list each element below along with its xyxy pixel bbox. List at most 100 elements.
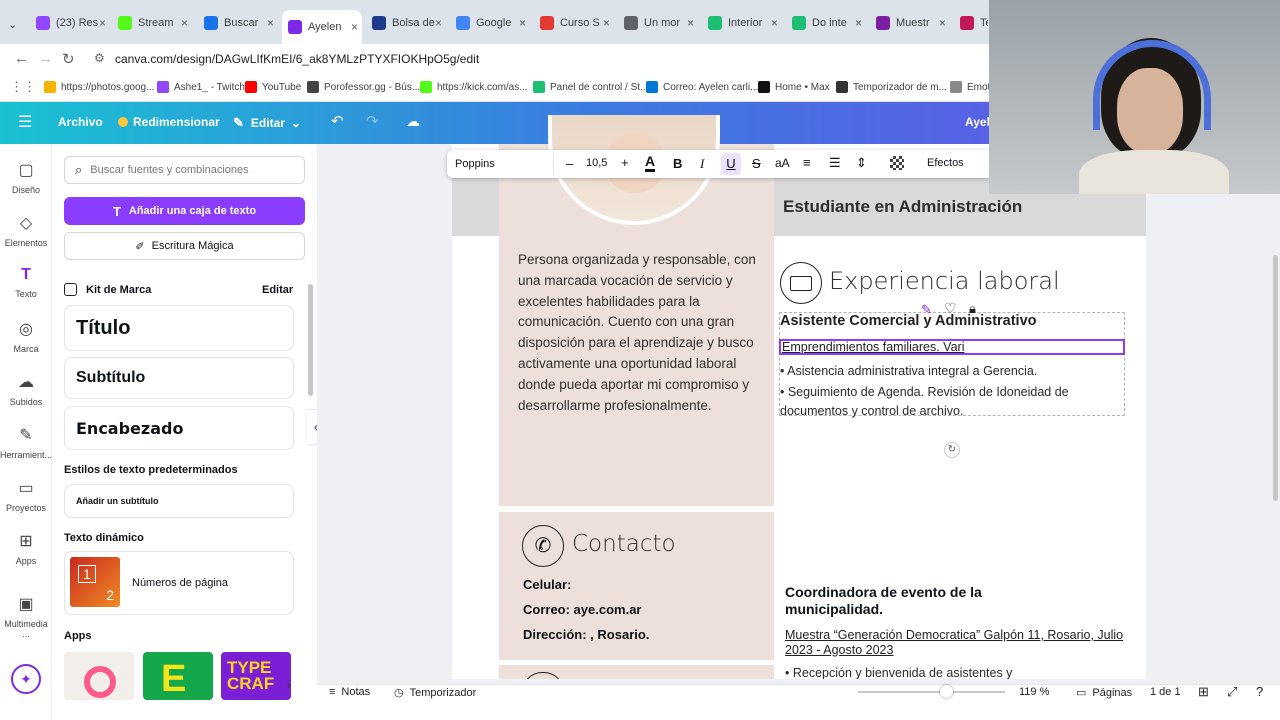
- page-numbers-card[interactable]: 1 2 Números de página: [64, 551, 294, 615]
- app-thumb-typecraft[interactable]: TYPE CRAF: [221, 652, 291, 700]
- forward-icon[interactable]: →: [38, 50, 53, 67]
- heading-style-card[interactable]: Encabezado: [64, 406, 294, 450]
- browser-tab[interactable]: Ayelen ×: [282, 10, 362, 44]
- redo-icon[interactable]: ↷: [366, 112, 379, 130]
- tab-close-icon[interactable]: ×: [181, 16, 188, 30]
- contact-email[interactable]: Correo: aye.com.ar: [523, 602, 642, 617]
- app-thumb-e[interactable]: E: [143, 652, 213, 700]
- tab-close-icon[interactable]: ×: [687, 16, 694, 30]
- rail-item[interactable]: T Texto: [0, 266, 52, 299]
- timer-button[interactable]: ◷ Temporizador: [394, 686, 476, 700]
- rail-item[interactable]: ✎ Herramient...: [0, 425, 52, 460]
- bookmark-item[interactable]: Home • Max: [758, 81, 830, 93]
- job1-bullet-2[interactable]: • Seguimiento de Agenda. Revisión de Ido…: [780, 383, 1110, 421]
- tab-close-icon[interactable]: ×: [351, 20, 358, 34]
- list-icon[interactable]: ☰: [829, 155, 841, 171]
- text-color-icon[interactable]: A: [645, 153, 656, 172]
- tab-close-icon[interactable]: ×: [771, 16, 778, 30]
- reload-icon[interactable]: ↻: [62, 50, 75, 68]
- contact-phone[interactable]: Celular:: [523, 577, 571, 592]
- bookmark-item[interactable]: https://kick.com/as...: [420, 81, 528, 93]
- zoom-value[interactable]: 119 %: [1019, 686, 1049, 698]
- undo-icon[interactable]: ↶: [331, 112, 344, 130]
- browser-tab[interactable]: Interior ×: [702, 9, 782, 37]
- resize-button[interactable]: Redimensionar: [118, 115, 220, 129]
- job1-bullet-1[interactable]: • Asistencia administrativa integral a G…: [780, 364, 1037, 378]
- grid-view-icon[interactable]: ⊞: [1198, 684, 1209, 700]
- canvas-scrollbar[interactable]: [1273, 255, 1278, 501]
- browser-tab[interactable]: Google ×: [450, 9, 530, 37]
- transparency-icon[interactable]: [890, 156, 904, 170]
- title-style-card[interactable]: Título: [64, 305, 294, 351]
- notes-button[interactable]: ≡ Notas: [329, 686, 370, 698]
- bold-icon[interactable]: B: [673, 156, 682, 171]
- tab-close-icon[interactable]: ×: [267, 16, 274, 30]
- align-left-icon[interactable]: ≡: [803, 155, 811, 170]
- panel-scrollbar[interactable]: [308, 284, 313, 396]
- effects-button[interactable]: Efectos: [927, 157, 964, 169]
- contact-address[interactable]: Dirección: , Rosario.: [523, 627, 649, 642]
- rail-item[interactable]: ◇ Elementos: [0, 213, 52, 248]
- tab-close-icon[interactable]: ×: [435, 16, 442, 30]
- fullscreen-icon[interactable]: ⤢: [1227, 684, 1237, 700]
- bookmark-item[interactable]: Temporizador de m...: [836, 81, 947, 93]
- bookmark-item[interactable]: Panel de control / St...: [533, 81, 648, 93]
- apps-grid-icon[interactable]: ⋮⋮: [10, 79, 36, 95]
- subtitle-style-card[interactable]: Subtítulo: [64, 357, 294, 399]
- job2-bullet-1[interactable]: • Recepción y bienvenida de asistentes y: [785, 666, 1012, 680]
- bookmark-item[interactable]: Porofessor.gg - Bús...: [307, 81, 420, 93]
- italic-icon[interactable]: I: [700, 156, 704, 172]
- tab-close-icon[interactable]: ×: [855, 16, 862, 30]
- tab-close-icon[interactable]: ×: [99, 16, 106, 30]
- browser-tab[interactable]: Buscar ×: [198, 9, 278, 37]
- experience-heading[interactable]: Experiencia laboral: [829, 267, 1060, 295]
- browser-tab[interactable]: Stream ×: [112, 9, 192, 37]
- tab-close-icon[interactable]: ×: [939, 16, 946, 30]
- apps-next-chevron-icon[interactable]: ›: [287, 678, 291, 692]
- role-title[interactable]: Estudiante en Administración: [783, 197, 1022, 217]
- job2-place[interactable]: Muestra “Generación Democratica” Galpón …: [785, 628, 1130, 657]
- tab-list-chevron-icon[interactable]: ⌄: [8, 18, 17, 31]
- bookmark-item[interactable]: Ashe1_ - Twitch: [157, 81, 245, 93]
- back-icon[interactable]: ←: [14, 50, 29, 67]
- app-thumb-g[interactable]: [64, 652, 134, 700]
- browser-tab[interactable]: Curso S ×: [534, 9, 614, 37]
- summary-text[interactable]: Persona organizada y responsable, con un…: [518, 250, 756, 416]
- magic-assistant-button[interactable]: ✦: [0, 664, 52, 694]
- pages-button[interactable]: ▭ Páginas: [1076, 686, 1132, 700]
- zoom-slider-track[interactable]: [858, 691, 1005, 693]
- bookmark-item[interactable]: https://photos.goog...: [44, 81, 154, 93]
- url-field[interactable]: canva.com/design/DAGwLIfKmEI/6_ak8YMLzPT…: [115, 52, 479, 66]
- edit-mode-button[interactable]: ✎ Editar ⌄: [233, 115, 301, 131]
- brand-edit-link[interactable]: Editar: [262, 284, 293, 296]
- rail-item[interactable]: ▣ Multimedia ...: [0, 594, 52, 639]
- font-size-decrease-button[interactable]: –: [566, 156, 573, 171]
- letter-case-icon[interactable]: aA: [775, 156, 790, 170]
- magic-write-button[interactable]: ✐ Escritura Mágica: [64, 232, 305, 260]
- site-info-icon[interactable]: ⚙: [94, 51, 105, 65]
- rotate-handle-icon[interactable]: ↻: [944, 442, 960, 458]
- job2-title[interactable]: Coordinadora de evento de la municipalid…: [785, 584, 1055, 618]
- job1-company-textbox[interactable]: Emprendimientos familiares. Vari: [779, 339, 1125, 355]
- font-size-field[interactable]: 10,5: [586, 157, 607, 169]
- browser-tab[interactable]: Un mor ×: [618, 9, 698, 37]
- help-icon[interactable]: ?: [1256, 684, 1263, 699]
- job1-title[interactable]: Asistente Comercial y Administrativo: [780, 313, 1037, 329]
- browser-tab[interactable]: Muestr ×: [870, 9, 950, 37]
- cloud-save-icon[interactable]: ☁: [406, 113, 420, 130]
- tab-close-icon[interactable]: ×: [519, 16, 526, 30]
- rail-item[interactable]: ▭ Proyectos: [0, 478, 52, 513]
- browser-tab[interactable]: Bolsa de ×: [366, 9, 446, 37]
- font-search-input[interactable]: ⌕ Buscar fuentes y combinaciones: [64, 156, 305, 184]
- spacing-icon[interactable]: ⇕: [856, 155, 867, 171]
- underline-icon[interactable]: U: [721, 153, 741, 175]
- add-subtitle-card[interactable]: Añadir un subtítulo: [64, 484, 294, 518]
- add-textbox-button[interactable]: T Añadir una caja de texto: [64, 197, 305, 225]
- file-menu[interactable]: Archivo: [58, 115, 103, 129]
- job1-company-text[interactable]: Emprendimientos familiares. Vari: [782, 340, 964, 354]
- browser-tab[interactable]: (23) Res ×: [30, 9, 110, 37]
- rail-item[interactable]: ▢ Diseño: [0, 160, 52, 195]
- strikethrough-icon[interactable]: S: [752, 156, 761, 171]
- contact-heading[interactable]: Contacto: [572, 531, 676, 557]
- bookmark-item[interactable]: YouTube: [245, 81, 301, 93]
